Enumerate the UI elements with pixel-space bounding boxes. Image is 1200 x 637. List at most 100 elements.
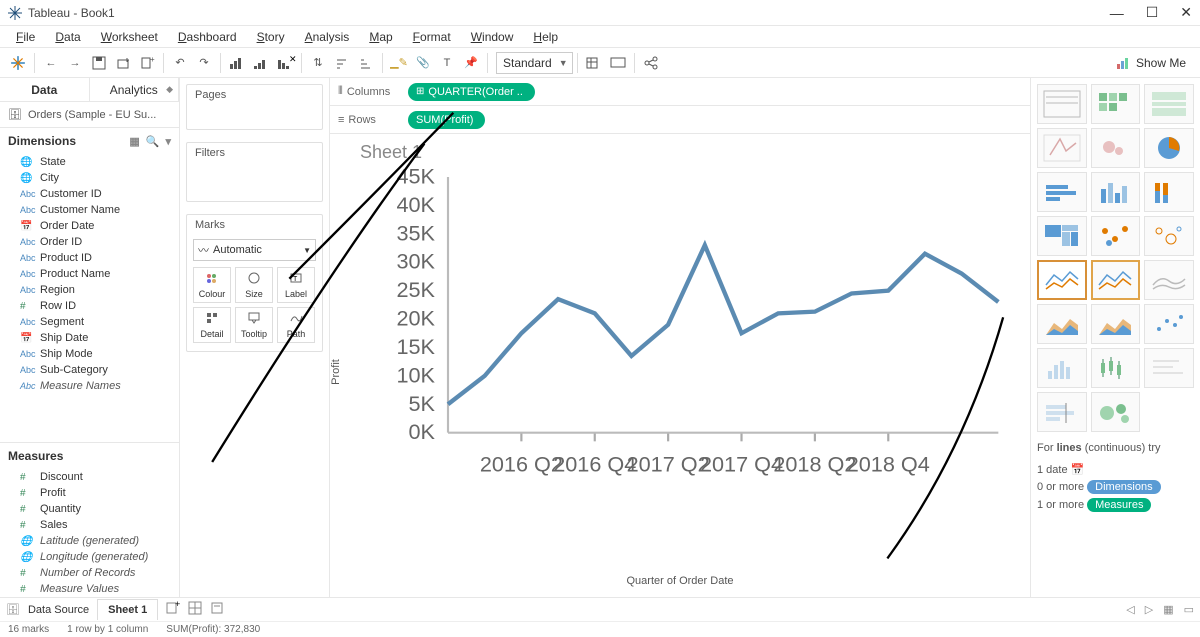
field-ship-date[interactable]: 📅Ship Date bbox=[0, 330, 179, 346]
pages-shelf[interactable] bbox=[187, 105, 322, 129]
showme-chart-0[interactable] bbox=[1037, 84, 1087, 124]
field-longitude-generated-[interactable]: 🌐Longitude (generated) bbox=[0, 549, 179, 565]
menu-worksheet[interactable]: Worksheet bbox=[91, 27, 168, 47]
showme-chart-15[interactable] bbox=[1037, 304, 1087, 344]
redo-icon[interactable]: ↷ bbox=[192, 51, 216, 75]
sort-asc-icon[interactable] bbox=[249, 51, 273, 75]
field-state[interactable]: 🌐State bbox=[0, 154, 179, 170]
group-icon[interactable]: 📎 bbox=[411, 51, 435, 75]
menu-story[interactable]: Story bbox=[247, 27, 295, 47]
new-story-icon[interactable] bbox=[210, 601, 224, 618]
presentation-icon[interactable] bbox=[606, 51, 630, 75]
tab-data[interactable]: Data bbox=[0, 78, 90, 101]
field-measure-names[interactable]: AbcMeasure Names bbox=[0, 378, 179, 394]
field-quantity[interactable]: #Quantity bbox=[0, 501, 179, 517]
slideshow-icon[interactable]: ▭ bbox=[1184, 603, 1194, 616]
showme-chart-19[interactable] bbox=[1091, 348, 1141, 388]
showme-chart-12[interactable] bbox=[1037, 260, 1087, 300]
field-latitude-generated-[interactable]: 🌐Latitude (generated) bbox=[0, 533, 179, 549]
showme-chart-16[interactable] bbox=[1091, 304, 1141, 344]
field-ship-mode[interactable]: AbcShip Mode bbox=[0, 346, 179, 362]
showme-chart-10[interactable] bbox=[1091, 216, 1141, 256]
showme-chart-5[interactable] bbox=[1144, 128, 1194, 168]
menu-caret-icon[interactable]: ▾ bbox=[165, 135, 171, 148]
minimize-button[interactable]: — bbox=[1110, 5, 1124, 21]
close-button[interactable]: ✕ bbox=[1180, 4, 1192, 21]
field-customer-id[interactable]: AbcCustomer ID bbox=[0, 186, 179, 202]
field-sales[interactable]: #Sales bbox=[0, 517, 179, 533]
field-region[interactable]: AbcRegion bbox=[0, 282, 179, 298]
view-toggle-icon[interactable]: ▦ bbox=[129, 135, 139, 148]
menu-analysis[interactable]: Analysis bbox=[295, 27, 360, 47]
field-customer-name[interactable]: AbcCustomer Name bbox=[0, 202, 179, 218]
mark-colour-button[interactable]: Colour bbox=[193, 267, 231, 303]
sort-ascending-icon[interactable] bbox=[330, 51, 354, 75]
mark-path-button[interactable]: Path bbox=[277, 307, 315, 343]
show-me-button[interactable]: Show Me bbox=[1108, 52, 1194, 74]
field-profit[interactable]: #Profit bbox=[0, 485, 179, 501]
share-icon[interactable] bbox=[639, 51, 663, 75]
showme-chart-4[interactable] bbox=[1091, 128, 1141, 168]
menu-window[interactable]: Window bbox=[461, 27, 524, 47]
showme-chart-8[interactable] bbox=[1144, 172, 1194, 212]
showme-chart-13[interactable] bbox=[1091, 260, 1141, 300]
text-icon[interactable]: T bbox=[435, 51, 459, 75]
swap-icon[interactable] bbox=[225, 51, 249, 75]
new-dashboard-icon[interactable] bbox=[188, 601, 202, 618]
save-icon[interactable] bbox=[87, 51, 111, 75]
showme-chart-2[interactable] bbox=[1144, 84, 1194, 124]
showme-chart-18[interactable] bbox=[1037, 348, 1087, 388]
sheet-title[interactable]: Sheet 1 bbox=[360, 142, 1020, 163]
showme-chart-17[interactable] bbox=[1144, 304, 1194, 344]
data-source-item[interactable]: 🗄 Orders (Sample - EU Su... bbox=[0, 102, 179, 128]
swap-axes-icon[interactable]: ⇅ bbox=[306, 51, 330, 75]
menu-data[interactable]: Data bbox=[45, 27, 90, 47]
showme-chart-7[interactable] bbox=[1091, 172, 1141, 212]
field-product-name[interactable]: AbcProduct Name bbox=[0, 266, 179, 282]
forward-icon[interactable]: → bbox=[63, 51, 87, 75]
tab-data-source[interactable]: Data Source bbox=[28, 604, 89, 616]
showme-chart-1[interactable] bbox=[1091, 84, 1141, 124]
field-row-id[interactable]: #Row ID bbox=[0, 298, 179, 314]
clear-icon[interactable]: ✕ bbox=[273, 51, 297, 75]
pin-icon[interactable]: 📌 bbox=[459, 51, 483, 75]
fit-dropdown[interactable]: Standard ▼ bbox=[496, 52, 573, 74]
mark-detail-button[interactable]: Detail bbox=[193, 307, 231, 343]
showme-chart-11[interactable] bbox=[1144, 216, 1194, 256]
showme-chart-9[interactable] bbox=[1037, 216, 1087, 256]
search-icon[interactable]: 🔍 bbox=[146, 135, 160, 148]
undo-icon[interactable]: ↶ bbox=[168, 51, 192, 75]
rows-pill[interactable]: SUM(Profit) bbox=[408, 111, 485, 129]
line-chart[interactable]: 0K5K10K15K20K25K30K35K40K45K2016 Q22016 … bbox=[370, 164, 1020, 489]
mark-size-button[interactable]: Size bbox=[235, 267, 273, 303]
field-number-of-records[interactable]: #Number of Records bbox=[0, 565, 179, 581]
field-order-id[interactable]: AbcOrder ID bbox=[0, 234, 179, 250]
showme-chart-14[interactable] bbox=[1144, 260, 1194, 300]
mark-label-button[interactable]: TLabel bbox=[277, 267, 315, 303]
grid-view-icon[interactable]: ▦ bbox=[1163, 603, 1173, 616]
maximize-button[interactable]: ☐ bbox=[1146, 4, 1159, 21]
mark-tooltip-button[interactable]: Tooltip bbox=[235, 307, 273, 343]
new-worksheet-icon[interactable]: + bbox=[166, 601, 180, 618]
new-sheet-icon[interactable]: + bbox=[135, 51, 159, 75]
tableau-icon[interactable] bbox=[6, 51, 30, 75]
filmstrip-left-icon[interactable]: ◁ bbox=[1126, 603, 1134, 616]
marks-type-dropdown[interactable]: 〰Automatic ▼ bbox=[193, 239, 316, 261]
field-sub-category[interactable]: AbcSub-Category bbox=[0, 362, 179, 378]
menu-dashboard[interactable]: Dashboard bbox=[168, 27, 247, 47]
sort-descending-icon[interactable] bbox=[354, 51, 378, 75]
field-segment[interactable]: AbcSegment bbox=[0, 314, 179, 330]
menu-file[interactable]: File bbox=[6, 27, 45, 47]
menu-format[interactable]: Format bbox=[403, 27, 461, 47]
showme-chart-3[interactable] bbox=[1037, 128, 1087, 168]
showme-chart-6[interactable] bbox=[1037, 172, 1087, 212]
datasource-tab-icon[interactable]: 🗄 bbox=[6, 603, 20, 616]
filmstrip-right-icon[interactable]: ▷ bbox=[1145, 603, 1153, 616]
menu-help[interactable]: Help bbox=[523, 27, 568, 47]
tab-analytics[interactable]: Analytics ◆ bbox=[90, 78, 180, 101]
showme-chart-22[interactable] bbox=[1091, 392, 1141, 432]
field-discount[interactable]: #Discount bbox=[0, 469, 179, 485]
filters-shelf[interactable] bbox=[187, 163, 322, 201]
columns-pill[interactable]: ⊞ QUARTER(Order .. bbox=[408, 83, 535, 101]
tab-sheet1[interactable]: Sheet 1 bbox=[97, 599, 158, 620]
